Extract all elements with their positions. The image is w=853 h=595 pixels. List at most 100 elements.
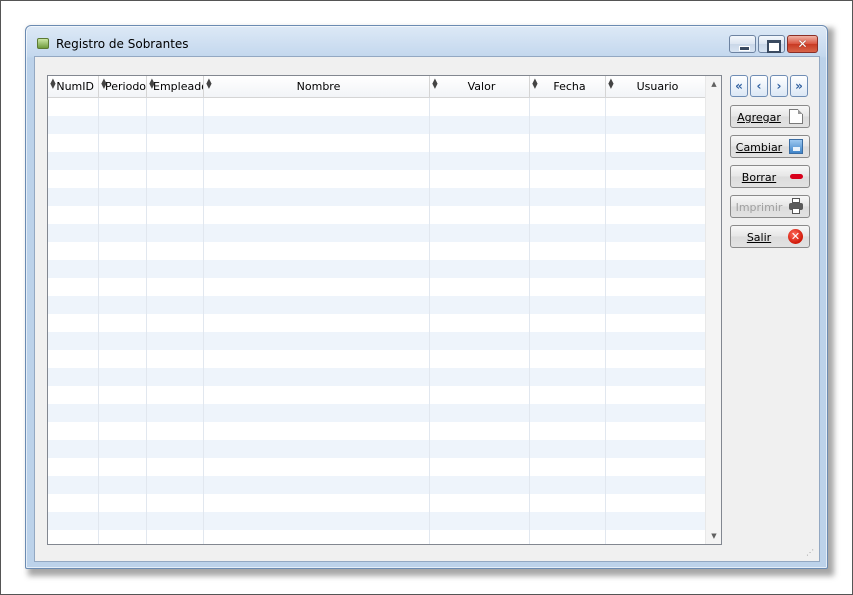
scroll-up-icon[interactable]: ▲: [706, 76, 721, 92]
table-row[interactable]: [48, 296, 706, 314]
table-row[interactable]: [48, 404, 706, 422]
table-cell[interactable]: [99, 512, 147, 530]
table-cell[interactable]: [530, 152, 606, 170]
table-cell[interactable]: [48, 314, 99, 332]
table-cell[interactable]: [48, 206, 99, 224]
table-cell[interactable]: [147, 224, 204, 242]
table-cell[interactable]: [606, 314, 706, 332]
table-cell[interactable]: [430, 386, 530, 404]
last-record-button[interactable]: »: [790, 75, 808, 97]
table-cell[interactable]: [606, 404, 706, 422]
table-cell[interactable]: [430, 422, 530, 440]
table-cell[interactable]: [147, 386, 204, 404]
prev-record-button[interactable]: ‹: [750, 75, 768, 97]
table-cell[interactable]: [204, 152, 430, 170]
table-row[interactable]: [48, 314, 706, 332]
imprimir-button[interactable]: Imprimir: [730, 195, 810, 218]
table-cell[interactable]: [606, 260, 706, 278]
table-cell[interactable]: [204, 188, 430, 206]
table-cell[interactable]: [204, 494, 430, 512]
table-cell[interactable]: [606, 116, 706, 134]
table-cell[interactable]: [99, 134, 147, 152]
table-cell[interactable]: [48, 296, 99, 314]
table-cell[interactable]: [147, 116, 204, 134]
table-cell[interactable]: [48, 242, 99, 260]
table-cell[interactable]: [48, 368, 99, 386]
table-cell[interactable]: [606, 458, 706, 476]
table-cell[interactable]: [606, 512, 706, 530]
table-cell[interactable]: [204, 206, 430, 224]
table-row[interactable]: [48, 458, 706, 476]
table-cell[interactable]: [430, 476, 530, 494]
scroll-down-icon[interactable]: ▼: [706, 528, 721, 544]
table-cell[interactable]: [430, 98, 530, 116]
table-cell[interactable]: [530, 422, 606, 440]
table-cell[interactable]: [530, 350, 606, 368]
table-cell[interactable]: [430, 440, 530, 458]
table-cell[interactable]: [99, 494, 147, 512]
table-cell[interactable]: [530, 476, 606, 494]
table-cell[interactable]: [430, 224, 530, 242]
table-cell[interactable]: [204, 314, 430, 332]
table-cell[interactable]: [99, 224, 147, 242]
table-cell[interactable]: [147, 278, 204, 296]
table-cell[interactable]: [530, 440, 606, 458]
table-cell[interactable]: [204, 440, 430, 458]
table-cell[interactable]: [530, 116, 606, 134]
next-record-button[interactable]: ›: [770, 75, 788, 97]
table-cell[interactable]: [606, 188, 706, 206]
table-cell[interactable]: [147, 350, 204, 368]
table-cell[interactable]: [606, 242, 706, 260]
table-cell[interactable]: [530, 224, 606, 242]
table-cell[interactable]: [147, 296, 204, 314]
table-cell[interactable]: [530, 332, 606, 350]
column-header-nombre[interactable]: ▲▼ Nombre: [204, 76, 430, 98]
table-cell[interactable]: [606, 224, 706, 242]
table-cell[interactable]: [147, 530, 204, 544]
table-cell[interactable]: [430, 512, 530, 530]
table-cell[interactable]: [530, 260, 606, 278]
table-cell[interactable]: [147, 332, 204, 350]
table-row[interactable]: [48, 152, 706, 170]
table-row[interactable]: [48, 242, 706, 260]
table-cell[interactable]: [606, 440, 706, 458]
column-header-valor[interactable]: ▲▼ Valor: [430, 76, 530, 98]
table-cell[interactable]: [530, 386, 606, 404]
column-header-usuario[interactable]: ▲▼ Usuario: [606, 76, 706, 98]
table-cell[interactable]: [606, 422, 706, 440]
column-header-numid[interactable]: ▲▼ NumID: [48, 76, 99, 98]
table-cell[interactable]: [99, 476, 147, 494]
table-row[interactable]: [48, 188, 706, 206]
table-cell[interactable]: [606, 98, 706, 116]
table-cell[interactable]: [147, 314, 204, 332]
table-row[interactable]: [48, 368, 706, 386]
table-cell[interactable]: [147, 368, 204, 386]
title-bar[interactable]: Registro de Sobrantes ✕: [26, 26, 827, 58]
table-row[interactable]: [48, 332, 706, 350]
table-cell[interactable]: [48, 152, 99, 170]
table-cell[interactable]: [99, 296, 147, 314]
table-row[interactable]: [48, 224, 706, 242]
table-cell[interactable]: [606, 332, 706, 350]
table-row[interactable]: [48, 530, 706, 544]
table-cell[interactable]: [48, 512, 99, 530]
table-cell[interactable]: [430, 530, 530, 544]
table-cell[interactable]: [606, 368, 706, 386]
table-cell[interactable]: [204, 512, 430, 530]
table-cell[interactable]: [530, 512, 606, 530]
table-cell[interactable]: [99, 242, 147, 260]
table-row[interactable]: [48, 278, 706, 296]
table-cell[interactable]: [48, 170, 99, 188]
table-cell[interactable]: [204, 422, 430, 440]
table-cell[interactable]: [530, 134, 606, 152]
table-cell[interactable]: [147, 440, 204, 458]
table-cell[interactable]: [530, 206, 606, 224]
table-row[interactable]: [48, 170, 706, 188]
table-cell[interactable]: [147, 476, 204, 494]
table-cell[interactable]: [99, 98, 147, 116]
agregar-button[interactable]: Agregar: [730, 105, 810, 128]
table-cell[interactable]: [530, 98, 606, 116]
table-cell[interactable]: [430, 116, 530, 134]
table-row[interactable]: [48, 512, 706, 530]
table-cell[interactable]: [530, 296, 606, 314]
